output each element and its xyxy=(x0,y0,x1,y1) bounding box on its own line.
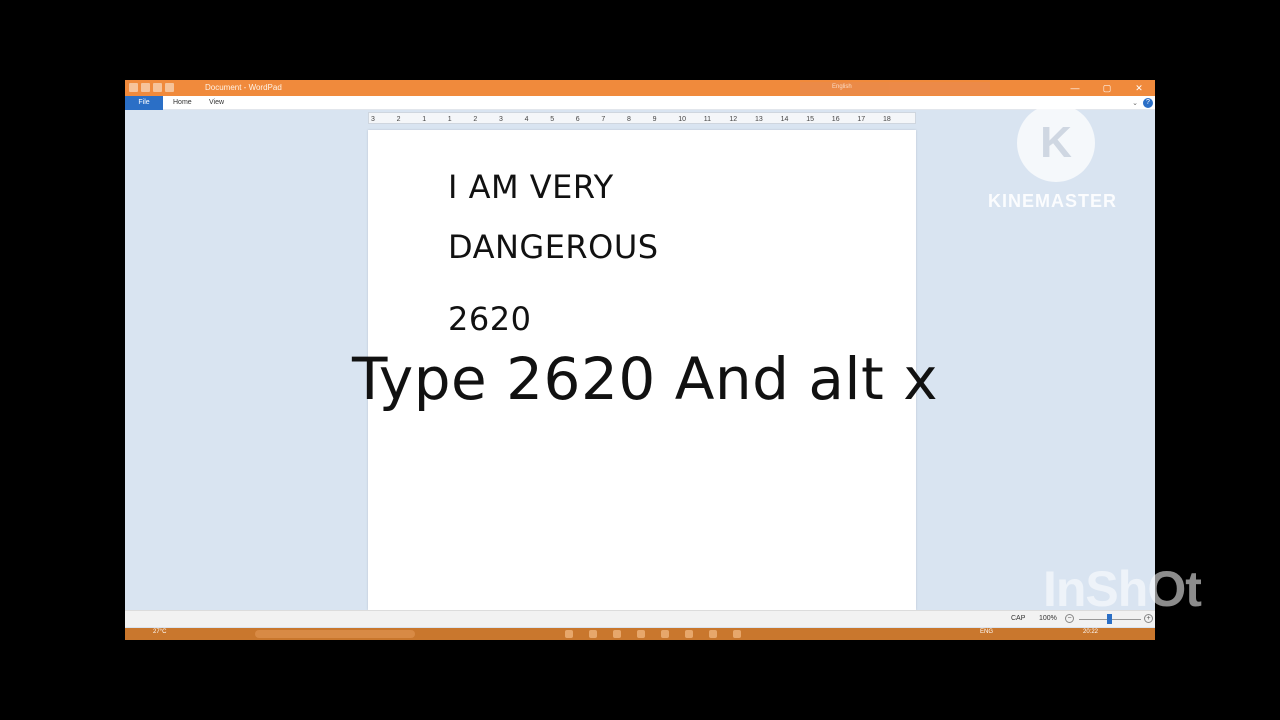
ruler-tick-label: 15 xyxy=(806,116,814,123)
ruler-tick-label: 11 xyxy=(703,116,712,123)
taskbar-app-icon[interactable] xyxy=(565,630,573,638)
taskbar: 27°C ENG 20:22 xyxy=(125,628,1155,640)
ruler-tick-label: 18 xyxy=(883,116,891,123)
minimize-button[interactable]: — xyxy=(1059,80,1091,96)
window-controls: — ▢ ✕ xyxy=(1059,80,1155,96)
help-icon[interactable]: ? xyxy=(1143,98,1153,108)
input-language[interactable]: ENG xyxy=(980,629,993,635)
taskbar-app-icon[interactable] xyxy=(589,630,597,638)
weather-widget[interactable]: 27°C xyxy=(153,629,166,635)
status-bar: CAP 100% − + xyxy=(125,610,1155,627)
inshot-watermark: InShOt xyxy=(1043,561,1202,617)
ruler-tick-label: 7 xyxy=(601,116,606,123)
ruler-tick-label: 8 xyxy=(627,116,631,123)
ruler-tick-label: 1 xyxy=(422,116,427,123)
ruler-tick-label: 5 xyxy=(550,116,555,123)
close-button[interactable]: ✕ xyxy=(1123,80,1155,96)
ruler-tick-label: 3 xyxy=(371,116,375,123)
taskbar-app-icon[interactable] xyxy=(709,630,717,638)
redo-icon[interactable] xyxy=(165,83,174,92)
quick-access-toolbar xyxy=(129,83,174,93)
recorder-language-label: English xyxy=(832,84,852,90)
taskbar-apps xyxy=(565,630,741,638)
kinemaster-logo-icon: K xyxy=(1017,104,1095,182)
ribbon-tabs: File Home View ⌄ ? xyxy=(125,96,1155,110)
ruler-tick-label: 4 xyxy=(524,116,529,123)
kinemaster-logo-letter: K xyxy=(1040,118,1072,167)
app-menu-icon[interactable] xyxy=(129,83,138,92)
document-line[interactable]: 2620 xyxy=(448,300,531,338)
taskbar-app-icon[interactable] xyxy=(613,630,621,638)
taskbar-app-icon[interactable] xyxy=(661,630,669,638)
caps-lock-indicator: CAP xyxy=(1011,615,1026,622)
undo-icon[interactable] xyxy=(153,83,162,92)
ruler-tick-label: 2 xyxy=(396,116,401,123)
tab-view[interactable]: View xyxy=(201,96,232,110)
ruler-tick-label: 3 xyxy=(499,116,503,123)
ruler-tick-label: 14 xyxy=(780,116,789,123)
taskbar-app-icon[interactable] xyxy=(685,630,693,638)
tab-file[interactable]: File xyxy=(125,96,163,110)
taskbar-app-icon[interactable] xyxy=(637,630,645,638)
window-title: Document - WordPad xyxy=(205,83,282,92)
document-line[interactable]: I AM VERY xyxy=(448,168,614,206)
recorder-toolbar: English xyxy=(800,82,990,95)
taskbar-clock[interactable]: 20:22 xyxy=(1083,629,1098,635)
ruler-tick-label: 1 xyxy=(447,116,452,123)
taskbar-search[interactable] xyxy=(255,630,415,638)
save-icon[interactable] xyxy=(141,83,150,92)
maximize-button[interactable]: ▢ xyxy=(1091,80,1123,96)
tab-home[interactable]: Home xyxy=(165,96,200,110)
ruler-tick-label: 2 xyxy=(473,116,478,123)
video-caption: Type 2620 And alt x xyxy=(352,345,939,413)
ruler-tick-label: 10 xyxy=(678,116,686,123)
ruler-tick-label: 17 xyxy=(857,116,866,123)
kinemaster-watermark: KINEMASTER xyxy=(988,191,1118,211)
ruler-tick-label: 12 xyxy=(729,116,738,123)
ruler[interactable]: 3 2 1 1 2 3 4 5 6 7 8 9 10 11 12 13 14 15 16 17 18 xyxy=(368,112,916,124)
ruler-tick-label: 6 xyxy=(575,116,580,123)
ribbon-minimize-icon[interactable]: ⌄ xyxy=(1132,99,1138,107)
taskbar-app-icon[interactable] xyxy=(733,630,741,638)
ruler-tick-label: 13 xyxy=(755,116,763,123)
ribbon-right-controls: ⌄ ? xyxy=(1132,98,1153,108)
title-bar: Document - WordPad English — ▢ ✕ xyxy=(125,80,1155,96)
document-line[interactable]: DANGEROUS xyxy=(448,228,659,266)
ruler-tick-label: 16 xyxy=(831,116,840,123)
ruler-tick-label: 9 xyxy=(652,116,657,123)
